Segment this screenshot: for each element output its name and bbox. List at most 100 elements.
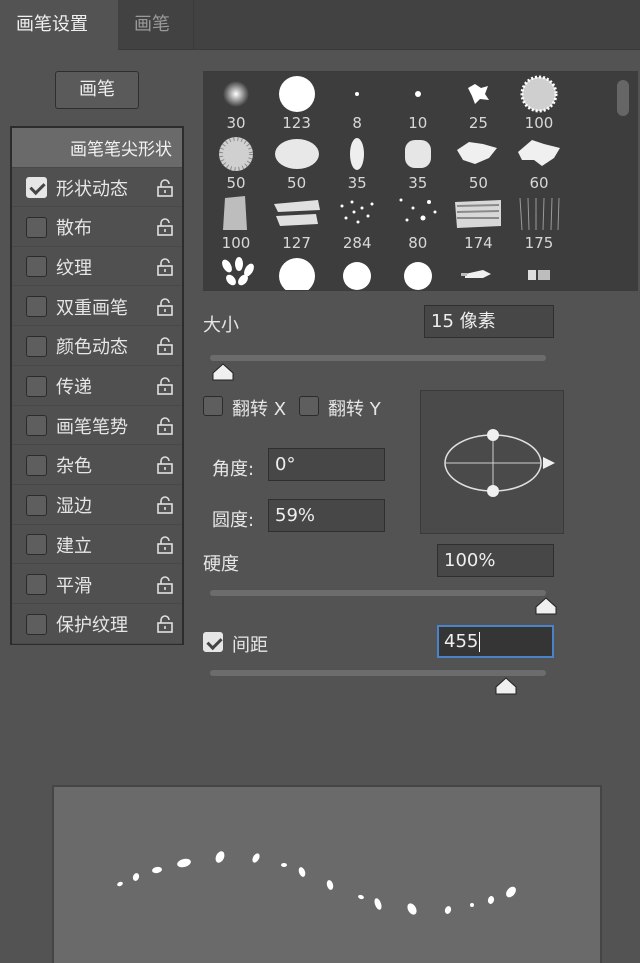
unlock-icon[interactable] <box>156 297 174 316</box>
sidebar-item-checkbox[interactable] <box>26 375 47 397</box>
size-slider-thumb[interactable] <box>211 362 235 382</box>
tab-brushes[interactable]: 画笔 <box>118 0 194 50</box>
brush-preset[interactable]: 50 <box>267 134 327 194</box>
angle-roundness-widget[interactable] <box>420 390 564 534</box>
flip-x-checkbox[interactable] <box>203 396 223 416</box>
unlock-icon[interactable] <box>156 258 174 276</box>
sidebar-item-checkbox[interactable] <box>26 335 47 357</box>
preset-scrollbar[interactable] <box>617 80 629 116</box>
unlock-icon[interactable] <box>156 536 174 554</box>
brush-preset[interactable] <box>448 254 508 290</box>
brush-tip-shape-item[interactable]: 画笔笔尖形状 <box>12 128 182 168</box>
sidebar-item-6[interactable]: 传递 <box>12 368 182 406</box>
brush-preset[interactable]: 123 <box>267 74 327 134</box>
brush-preset[interactable] <box>267 254 327 290</box>
sidebar-item-1[interactable]: 形状动态 <box>12 169 182 207</box>
sidebar-item-10[interactable]: 建立 <box>12 526 182 565</box>
brush-preset[interactable]: 8 <box>327 74 387 134</box>
brush-preset[interactable]: 10 <box>388 74 448 134</box>
unlock-icon[interactable] <box>156 496 174 514</box>
size-input[interactable]: 15 像素 <box>424 305 554 338</box>
unlock-icon[interactable] <box>156 456 174 475</box>
brush-tip-icon <box>222 257 254 286</box>
brush-preset[interactable]: 174 <box>448 194 508 254</box>
size-slider-track[interactable] <box>210 355 546 361</box>
sidebar-item-label: 建立 <box>56 535 92 557</box>
size-label: 大小 <box>203 315 239 336</box>
brush-preset[interactable] <box>206 254 266 290</box>
sidebar-item-label: 平滑 <box>56 575 92 597</box>
sidebar-item-checkbox[interactable] <box>26 494 47 516</box>
hardness-label: 硬度 <box>203 554 239 575</box>
spacing-input[interactable]: 455 <box>437 625 554 658</box>
brush-preset[interactable]: 100 <box>206 194 266 254</box>
sidebar-item-checkbox[interactable] <box>26 574 47 595</box>
hardness-slider-thumb[interactable] <box>534 596 558 616</box>
brush-preset[interactable]: 25 <box>448 74 508 134</box>
brush-tip-icon <box>455 200 502 228</box>
sidebar-item-12[interactable]: 保护纹理 <box>12 606 182 644</box>
brush-preset-size: 80 <box>408 234 428 252</box>
sidebar-item-11[interactable]: 平滑 <box>12 566 182 604</box>
hardness-input[interactable]: 100% <box>437 544 554 577</box>
spacing-label: 间距 <box>232 635 268 656</box>
brush-preset[interactable]: 175 <box>509 194 569 254</box>
brushes-button[interactable]: 画笔 <box>55 71 139 109</box>
sidebar-item-5[interactable]: 颜色动态 <box>12 328 182 366</box>
angle-input[interactable]: 0° <box>268 448 385 481</box>
brush-preset-size: 50 <box>226 174 246 192</box>
unlock-icon[interactable] <box>156 416 174 435</box>
brush-preset[interactable]: 284 <box>327 194 387 254</box>
sidebar-item-9[interactable]: 湿边 <box>12 487 182 525</box>
brush-options-list: 画笔笔尖形状 形状动态 散布纹理双重画笔 颜色动态 传递 画笔笔势 杂色 湿边建立平滑保护纹… <box>10 126 184 645</box>
brush-preset[interactable]: 50 <box>448 134 508 194</box>
flip-y-checkbox[interactable] <box>299 396 319 416</box>
sidebar-item-8[interactable]: 杂色 <box>12 447 182 485</box>
brush-preset-size: 174 <box>464 234 493 252</box>
roundness-label: 圆度: <box>212 510 255 531</box>
brush-preset[interactable]: 127 <box>267 194 327 254</box>
spacing-slider-thumb[interactable] <box>494 676 518 696</box>
brush-preset[interactable]: 30 <box>206 74 266 134</box>
unlock-icon[interactable] <box>156 575 174 594</box>
sidebar-item-checkbox[interactable] <box>26 534 47 556</box>
unlock-icon[interactable] <box>156 377 174 395</box>
unlock-icon[interactable] <box>156 615 174 633</box>
brush-preset[interactable]: 50 <box>206 134 266 194</box>
brush-preset[interactable]: 100 <box>509 74 569 134</box>
brush-preset[interactable] <box>509 254 569 290</box>
brush-preset[interactable]: 80 <box>388 194 448 254</box>
spacing-checkbox[interactable] <box>203 632 223 652</box>
brush-preset[interactable] <box>327 254 387 290</box>
sidebar-item-4[interactable]: 双重画笔 <box>12 288 182 327</box>
sidebar-item-checkbox[interactable] <box>26 296 47 318</box>
sidebar-item-checkbox[interactable] <box>26 454 47 476</box>
unlock-icon[interactable] <box>156 218 174 236</box>
roundness-input[interactable]: 59% <box>268 499 385 532</box>
sidebar-item-checkbox[interactable] <box>26 216 47 238</box>
brush-tip-icon <box>219 137 253 171</box>
brush-preset[interactable]: 35 <box>327 134 387 194</box>
brush-tip-icon <box>403 262 432 290</box>
sidebar-item-checkbox[interactable] <box>26 177 47 198</box>
unlock-icon[interactable] <box>156 178 174 197</box>
sidebar-item-checkbox[interactable] <box>26 613 47 635</box>
brush-tip-icon <box>468 84 490 104</box>
sidebar-item-checkbox[interactable] <box>26 415 47 437</box>
brush-tip-icon <box>457 142 498 164</box>
sidebar-item-3[interactable]: 纹理 <box>12 248 182 287</box>
brush-tip-icon <box>350 138 365 170</box>
sidebar-item-label: 纹理 <box>56 257 92 279</box>
tab-brush-settings[interactable]: 画笔设置 <box>0 0 118 50</box>
sidebar-item-checkbox[interactable] <box>26 256 47 278</box>
brush-preset[interactable] <box>388 254 448 290</box>
sidebar-item-2[interactable]: 散布 <box>12 209 182 247</box>
unlock-icon[interactable] <box>156 337 174 356</box>
brush-preset[interactable]: 60 <box>509 134 569 194</box>
brush-preset-grid: 30 123 8 10 25 100 50 50 35 35 50 60 100 127 284 80 174 1… <box>203 71 638 291</box>
panel-tab-bar: 画笔设置 画笔 <box>0 0 640 50</box>
hardness-slider-track[interactable] <box>210 590 546 596</box>
sidebar-item-7[interactable]: 画笔笔势 <box>12 407 182 446</box>
brush-preset[interactable]: 35 <box>388 134 448 194</box>
brush-preset-size: 50 <box>468 174 488 192</box>
